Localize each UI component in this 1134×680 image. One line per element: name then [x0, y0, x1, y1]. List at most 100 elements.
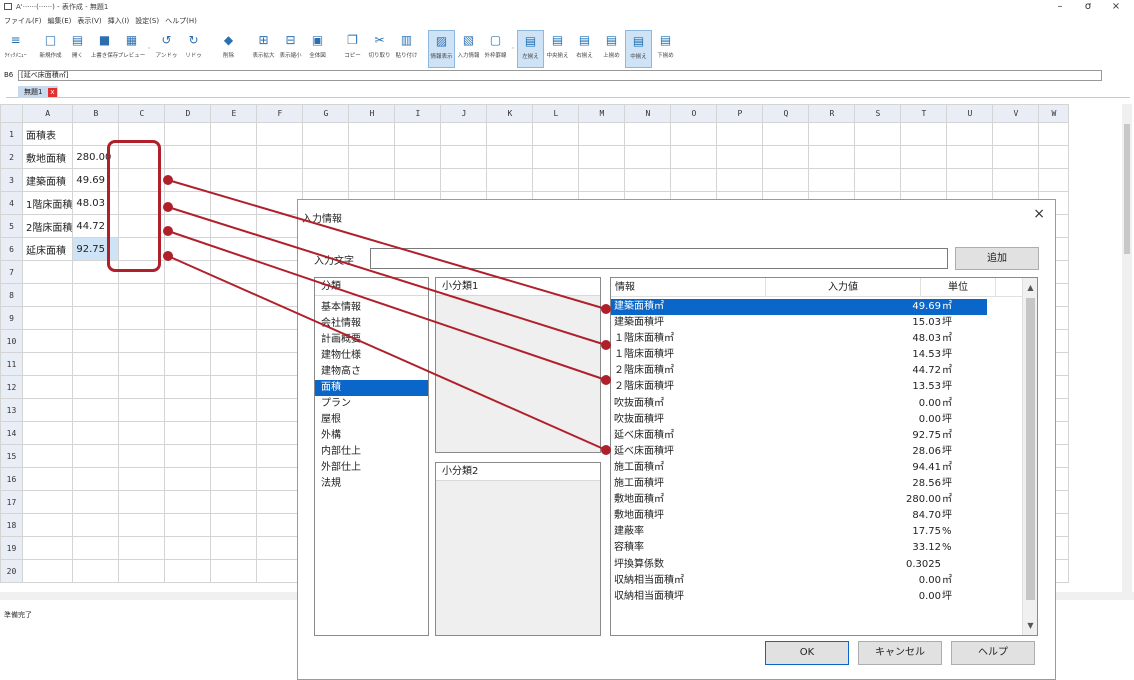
cell-A[interactable]: [21, 421, 74, 445]
cell[interactable]: [670, 145, 718, 169]
cell[interactable]: [762, 145, 810, 169]
column-header-P[interactable]: P: [716, 104, 764, 123]
cell[interactable]: [900, 145, 948, 169]
cell[interactable]: [210, 122, 258, 146]
cell[interactable]: [256, 421, 304, 445]
cell[interactable]: [256, 398, 304, 422]
cell-A[interactable]: 敷地面積: [21, 145, 74, 169]
row-header[interactable]: 6: [0, 237, 23, 261]
toolbar-button-copy[interactable]: ❐ コピー: [339, 30, 366, 68]
info-row[interactable]: 収納相当面積㎡ 0.00 ㎡: [611, 573, 987, 589]
cell[interactable]: [164, 421, 212, 445]
row-header[interactable]: 1: [0, 122, 23, 146]
cell-B[interactable]: [72, 490, 120, 514]
category-item[interactable]: 面積: [315, 380, 428, 396]
row-header[interactable]: 3: [0, 168, 23, 192]
dialog-close-icon[interactable]: ×: [1033, 206, 1045, 222]
scroll-up-icon[interactable]: ▲: [1023, 280, 1038, 295]
info-row[interactable]: 吹抜面積坪 0.00 坪: [611, 412, 987, 428]
info-row[interactable]: ２階床面積坪 13.53 坪: [611, 379, 987, 395]
cell[interactable]: [164, 145, 212, 169]
cell[interactable]: [164, 398, 212, 422]
row-header[interactable]: 16: [0, 467, 23, 491]
cell[interactable]: [164, 122, 212, 146]
cell[interactable]: [578, 122, 626, 146]
cell[interactable]: [118, 444, 166, 468]
cell[interactable]: [532, 168, 580, 192]
cell[interactable]: [256, 536, 304, 560]
cell-A[interactable]: [21, 260, 74, 284]
cell[interactable]: [348, 145, 396, 169]
cell[interactable]: [256, 306, 304, 330]
column-header-K[interactable]: K: [486, 104, 534, 123]
info-row[interactable]: 容積率 33.12%: [611, 540, 987, 556]
info-row[interactable]: 延べ床面積㎡ 92.75 ㎡: [611, 428, 987, 444]
cancel-button[interactable]: キャンセル: [858, 641, 942, 665]
cell[interactable]: [670, 122, 718, 146]
cell[interactable]: [118, 375, 166, 399]
menu-edit[interactable]: 編集(E): [48, 16, 72, 28]
add-button[interactable]: 追加: [955, 247, 1039, 270]
info-row[interactable]: 建築面積坪 15.03 坪: [611, 315, 987, 331]
category-item[interactable]: 屋根: [315, 412, 428, 428]
scroll-down-icon[interactable]: ▼: [1023, 618, 1038, 633]
cell-B[interactable]: [72, 306, 120, 330]
toolbar-button-align-right[interactable]: ▤ 右揃え: [571, 30, 598, 68]
toolbar-button-align-left[interactable]: ▤ 左揃え: [517, 30, 544, 68]
row-header[interactable]: 14: [0, 421, 23, 445]
cell[interactable]: [716, 122, 764, 146]
cell[interactable]: [808, 145, 856, 169]
cell[interactable]: [210, 260, 258, 284]
category-item[interactable]: 会社情報: [315, 316, 428, 332]
sheet-tab[interactable]: 無題1 x: [18, 86, 58, 98]
cell[interactable]: [440, 168, 488, 192]
row-header[interactable]: 12: [0, 375, 23, 399]
cell[interactable]: [164, 375, 212, 399]
cell[interactable]: [118, 398, 166, 422]
menu-view[interactable]: 表示(V): [77, 16, 101, 28]
cell-B[interactable]: [72, 329, 120, 353]
cell-A[interactable]: 2階床面積: [21, 214, 74, 238]
cell[interactable]: [118, 421, 166, 445]
cell[interactable]: [486, 168, 534, 192]
cell[interactable]: [302, 122, 350, 146]
cell[interactable]: [762, 168, 810, 192]
cell-B[interactable]: [72, 559, 120, 583]
cell[interactable]: [118, 536, 166, 560]
cell-A[interactable]: [21, 283, 74, 307]
cell[interactable]: [118, 513, 166, 537]
cell[interactable]: [992, 122, 1040, 146]
column-header-H[interactable]: H: [348, 104, 396, 123]
info-row[interactable]: 収納相当面積坪 0.00 坪: [611, 589, 987, 605]
cell[interactable]: [118, 329, 166, 353]
cell[interactable]: [164, 168, 212, 192]
cell[interactable]: [210, 352, 258, 376]
cell-B[interactable]: [72, 513, 120, 537]
cell[interactable]: [670, 168, 718, 192]
row-header[interactable]: 9: [0, 306, 23, 330]
row-header[interactable]: 15: [0, 444, 23, 468]
cell[interactable]: [486, 145, 534, 169]
cell[interactable]: [532, 122, 580, 146]
category-item[interactable]: 外構: [315, 428, 428, 444]
cell-B[interactable]: [72, 398, 120, 422]
cell[interactable]: [854, 122, 902, 146]
info-row[interactable]: 延べ床面積坪 28.06 坪: [611, 444, 987, 460]
cell[interactable]: [210, 283, 258, 307]
cell[interactable]: [624, 145, 672, 169]
row-header[interactable]: 17: [0, 490, 23, 514]
toolbar-button-align-bottom[interactable]: ▤ 下揃め: [652, 30, 679, 68]
cell[interactable]: [808, 168, 856, 192]
category-item[interactable]: 外部仕上: [315, 460, 428, 476]
cell[interactable]: [210, 191, 258, 215]
sheet-corner[interactable]: [0, 104, 23, 123]
cell[interactable]: [210, 490, 258, 514]
row-header[interactable]: 13: [0, 398, 23, 422]
cell[interactable]: [578, 168, 626, 192]
cell[interactable]: [210, 421, 258, 445]
cell[interactable]: [256, 559, 304, 583]
cell[interactable]: [624, 168, 672, 192]
cell[interactable]: [256, 375, 304, 399]
cell[interactable]: [164, 444, 212, 468]
cell[interactable]: [946, 168, 994, 192]
